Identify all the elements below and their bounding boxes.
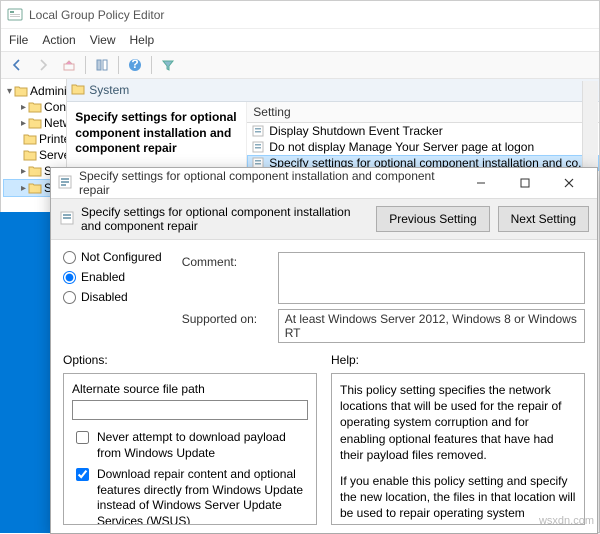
comment-label: Comment:	[182, 252, 268, 269]
folder-icon	[14, 84, 28, 98]
show-hide-icon[interactable]	[92, 55, 112, 75]
right-header-label: System	[89, 83, 129, 97]
list-label: Do not display Manage Your Server page a…	[269, 140, 534, 154]
alt-path-input[interactable]	[72, 400, 308, 420]
tree-item-network[interactable]: ▸ Network	[3, 115, 64, 131]
maximize-button[interactable]	[503, 169, 547, 197]
up-icon[interactable]	[59, 55, 79, 75]
toolbar-separator	[118, 56, 119, 74]
tool-bar: ?	[1, 51, 599, 79]
menu-help[interactable]: Help	[130, 33, 155, 47]
tree-root[interactable]: ▾ Administrative Te	[3, 83, 64, 99]
desc-title: Specify settings for optional component …	[75, 110, 238, 157]
folder-icon	[23, 132, 37, 146]
radio-input[interactable]	[63, 251, 76, 264]
radio-disabled[interactable]: Disabled	[63, 290, 162, 304]
tree-label: Printers	[39, 132, 67, 146]
list-label: Display Shutdown Event Tracker	[269, 124, 442, 138]
radio-label: Disabled	[81, 290, 128, 304]
comment-textarea[interactable]	[278, 252, 585, 304]
radio-label: Not Configured	[81, 250, 162, 264]
chk-label: Download repair content and optional fea…	[97, 467, 308, 525]
filter-icon[interactable]	[158, 55, 178, 75]
desktop-background	[0, 212, 50, 533]
strip-title: Specify settings for optional component …	[81, 205, 368, 233]
minimize-button[interactable]	[459, 169, 503, 197]
list-header-setting[interactable]: Setting	[247, 102, 599, 123]
setting-icon	[251, 124, 265, 138]
gpedit-icon	[7, 7, 23, 23]
supported-value: At least Windows Server 2012, Windows 8 …	[278, 309, 585, 343]
menu-file[interactable]: File	[9, 33, 28, 47]
folder-icon	[28, 164, 42, 178]
state-radios: Not Configured Enabled Disabled	[63, 250, 162, 343]
previous-setting-button[interactable]: Previous Setting	[376, 206, 489, 232]
main-title-bar[interactable]: Local Group Policy Editor	[1, 1, 599, 29]
dialog-strip: Specify settings for optional component …	[51, 198, 597, 240]
tree-item-printers[interactable]: Printers	[3, 131, 64, 147]
strip-icon	[59, 210, 75, 229]
main-title: Local Group Policy Editor	[29, 8, 164, 22]
folder-icon	[28, 116, 42, 130]
radio-input[interactable]	[63, 291, 76, 304]
tree-root-label: Administrative Te	[30, 84, 67, 98]
radio-not-configured[interactable]: Not Configured	[63, 250, 162, 264]
radio-label: Enabled	[81, 270, 125, 284]
tree-item-server[interactable]: Server	[3, 147, 64, 163]
right-header: System	[67, 79, 599, 102]
svg-text:?: ?	[131, 58, 138, 71]
collapse-icon[interactable]: ▾	[7, 86, 12, 97]
close-button[interactable]	[547, 169, 591, 197]
dialog-title-bar[interactable]: Specify settings for optional component …	[51, 168, 597, 198]
chk-never-download[interactable]: Never attempt to download payload from W…	[72, 430, 308, 461]
back-icon[interactable]	[7, 55, 27, 75]
toolbar-separator	[151, 56, 152, 74]
folder-icon	[28, 181, 42, 195]
next-setting-button[interactable]: Next Setting	[498, 206, 589, 232]
chk-label: Never attempt to download payload from W…	[97, 430, 308, 461]
dialog-title: Specify settings for optional component …	[79, 169, 459, 197]
expand-icon[interactable]: ▸	[21, 183, 26, 194]
list-row[interactable]: Display Shutdown Event Tracker	[247, 123, 599, 139]
expand-icon[interactable]: ▸	[21, 166, 26, 177]
supported-label: Supported on:	[182, 309, 268, 326]
checkbox-input[interactable]	[76, 468, 89, 481]
help-para: If you enable this policy setting and sp…	[340, 473, 576, 525]
expand-icon[interactable]: ▸	[21, 102, 26, 113]
menu-action[interactable]: Action	[42, 33, 75, 47]
folder-icon	[28, 100, 42, 114]
forward-icon	[33, 55, 53, 75]
folder-icon	[23, 148, 37, 162]
alt-path-label: Alternate source file path	[72, 382, 308, 396]
options-label: Options:	[63, 353, 317, 367]
tree-item-control-panel[interactable]: ▸ Control Pane	[3, 99, 64, 115]
tree-label: Server	[39, 148, 67, 162]
radio-input[interactable]	[63, 271, 76, 284]
help-para: This policy setting specifies the networ…	[340, 382, 576, 463]
expand-icon[interactable]: ▸	[21, 118, 26, 129]
folder-icon	[71, 83, 85, 98]
options-box: Alternate source file path Never attempt…	[63, 373, 317, 525]
menu-view[interactable]: View	[90, 33, 116, 47]
tree-label: Network	[44, 116, 67, 130]
chk-wsus[interactable]: Download repair content and optional fea…	[72, 467, 308, 525]
list-row[interactable]: Do not display Manage Your Server page a…	[247, 139, 599, 155]
dialog-icon	[57, 174, 73, 193]
menu-bar: File Action View Help	[1, 29, 599, 51]
help-label: Help:	[331, 353, 585, 367]
setting-icon	[251, 140, 265, 154]
policy-dialog: Specify settings for optional component …	[50, 167, 598, 534]
help-box[interactable]: This policy setting specifies the networ…	[331, 373, 585, 525]
radio-enabled[interactable]: Enabled	[63, 270, 162, 284]
tree-label: Control Pane	[44, 100, 67, 114]
checkbox-input[interactable]	[76, 431, 89, 444]
toolbar-separator	[85, 56, 86, 74]
help-icon[interactable]: ?	[125, 55, 145, 75]
